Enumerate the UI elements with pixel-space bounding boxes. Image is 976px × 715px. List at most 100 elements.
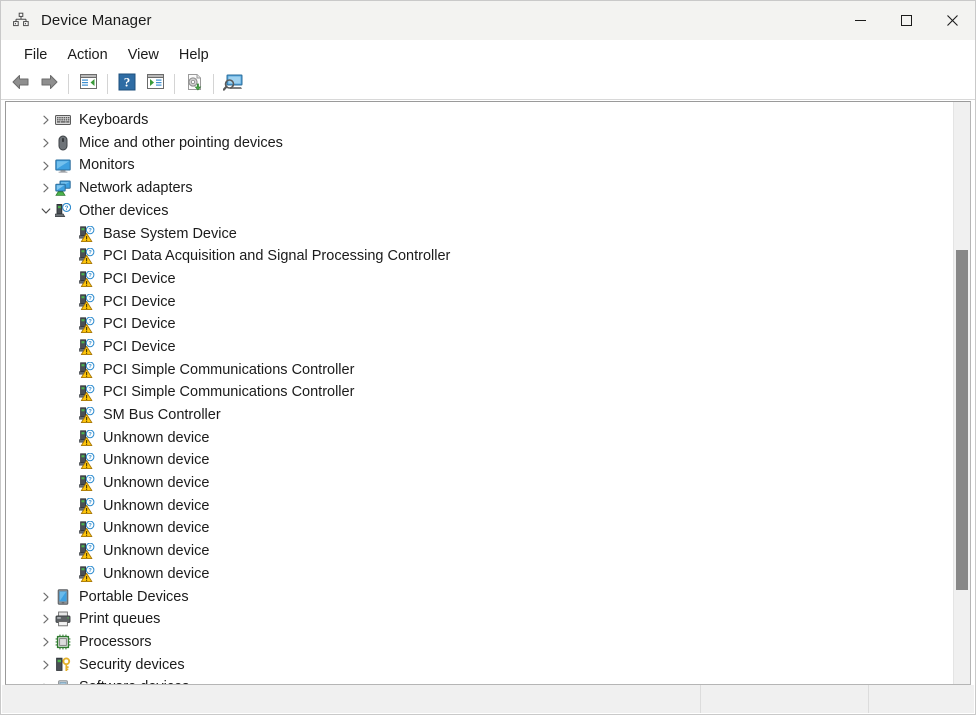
device-tree-row-label: Other devices <box>79 202 169 219</box>
menu-file[interactable]: File <box>14 44 57 66</box>
status-bar <box>2 685 974 713</box>
device-tree-row-label: Base System Device <box>103 225 237 242</box>
status-cell-3 <box>868 685 974 713</box>
device-tree-row[interactable]: ? Unknown device <box>6 495 955 518</box>
status-cell-1 <box>2 685 700 713</box>
device-tree-row[interactable]: ? PCI Simple Communications Controller <box>6 381 955 404</box>
device-tree-row[interactable]: Print queues <box>6 608 955 631</box>
chevron-right-icon[interactable] <box>37 161 55 171</box>
toolbar-separator-4 <box>213 74 214 94</box>
unknown-device-warning-icon: ? <box>77 565 95 583</box>
device-tree-row-label: PCI Device <box>103 338 176 355</box>
chevron-right-icon[interactable] <box>37 660 55 670</box>
device-tree-row-label: PCI Simple Communications Controller <box>103 384 355 401</box>
chevron-right-icon[interactable] <box>37 592 55 602</box>
back-button[interactable] <box>7 71 35 97</box>
device-tree-row[interactable]: Mice and other pointing devices <box>6 132 955 155</box>
scan-for-hardware-changes-button[interactable] <box>219 71 247 97</box>
title-bar: Device Manager <box>1 1 975 40</box>
device-tree-row[interactable]: Portable Devices <box>6 585 955 608</box>
device-tree-row[interactable]: Network adapters <box>6 177 955 200</box>
device-tree-row[interactable]: Processors <box>6 631 955 654</box>
device-manager-window: Device Manager File Action View Help ? K… <box>0 0 976 715</box>
device-tree-row[interactable]: ? Unknown device <box>6 540 955 563</box>
caption-buttons <box>837 1 975 40</box>
unknown-device-warning-icon: ? <box>77 452 95 469</box>
vertical-scrollbar[interactable] <box>953 102 970 684</box>
unknown-device-warning-icon: ? <box>77 497 95 515</box>
device-tree-row[interactable]: ? Unknown device <box>6 472 955 495</box>
svg-text:?: ? <box>88 364 92 370</box>
device-tree-row[interactable]: Software devices <box>6 676 955 684</box>
chevron-right-icon[interactable] <box>37 614 55 624</box>
device-tree-row[interactable]: ? PCI Device <box>6 336 955 359</box>
device-tree-row[interactable]: ? PCI Data Acquisition and Signal Process… <box>6 245 955 268</box>
svg-text:?: ? <box>88 273 92 279</box>
network-adapter-icon <box>55 180 71 197</box>
device-tree-row-label: Unknown device <box>103 475 210 492</box>
scan-hardware-icon <box>222 73 243 96</box>
svg-text:?: ? <box>88 546 92 552</box>
svg-text:?: ? <box>88 228 92 234</box>
device-tree-row[interactable]: ? Other devices <box>6 200 955 223</box>
update-driver-button[interactable] <box>180 71 208 97</box>
show-hide-console-tree-button[interactable] <box>74 71 102 97</box>
device-tree-row-label: Unknown device <box>103 543 210 560</box>
device-tree-row[interactable]: Monitors <box>6 154 955 177</box>
device-tree-row[interactable]: ? PCI Device <box>6 313 955 336</box>
device-tree-row-label: PCI Simple Communications Controller <box>103 361 355 378</box>
svg-text:?: ? <box>124 74 131 89</box>
properties-button[interactable] <box>141 71 169 97</box>
device-tree-row[interactable]: ? PCI Device <box>6 291 955 314</box>
close-button[interactable] <box>929 1 975 40</box>
chevron-right-icon[interactable] <box>37 138 55 148</box>
minimize-button[interactable] <box>837 1 883 40</box>
device-tree-row[interactable]: ? PCI Device <box>6 268 955 291</box>
device-tree-row-label: Processors <box>79 633 152 650</box>
device-tree-row[interactable]: ? Base System Device <box>6 222 955 245</box>
svg-text:?: ? <box>88 296 92 302</box>
device-tree-row[interactable]: ? Unknown device <box>6 427 955 450</box>
unknown-device-warning-icon: ? <box>77 406 95 424</box>
device-tree-row-label: Print queues <box>79 611 161 628</box>
unknown-device-icon: ? <box>53 202 72 219</box>
processor-icon <box>55 634 71 650</box>
device-tree-row[interactable]: ? SM Bus Controller <box>6 404 955 427</box>
help-button[interactable]: ? <box>113 71 141 97</box>
device-tree-row[interactable]: Keyboards <box>6 109 955 132</box>
device-tree-row-label: PCI Device <box>103 293 176 310</box>
unknown-device-warning-icon: ? <box>77 520 95 537</box>
unknown-device-warning-icon: ? <box>77 361 95 378</box>
chevron-right-icon[interactable] <box>37 115 55 125</box>
chevron-right-icon[interactable] <box>37 183 55 193</box>
device-tree-row[interactable]: ? Unknown device <box>6 563 955 586</box>
unknown-device-warning-icon: ? <box>77 248 95 265</box>
unknown-device-warning-icon: ? <box>77 338 95 356</box>
menu-view[interactable]: View <box>118 44 169 66</box>
portable-device-icon <box>55 589 71 605</box>
toolbar-separator-3 <box>174 74 175 94</box>
menu-action[interactable]: Action <box>57 44 117 66</box>
device-tree-row-label: PCI Device <box>103 270 176 287</box>
device-tree-row[interactable]: ? Unknown device <box>6 449 955 472</box>
monitor-icon <box>55 158 71 174</box>
device-tree-row[interactable]: ? PCI Simple Communications Controller <box>6 359 955 382</box>
maximize-button[interactable] <box>883 1 929 40</box>
device-tree-row[interactable]: ? Unknown device <box>6 517 955 540</box>
forward-button[interactable] <box>35 71 63 97</box>
svg-text:?: ? <box>88 409 92 415</box>
unknown-device-warning-icon: ? <box>77 384 95 401</box>
chevron-right-icon[interactable] <box>37 637 55 647</box>
device-tree[interactable]: Keyboards Mice and other pointing devices… <box>6 102 955 684</box>
device-manager-icon <box>12 12 30 30</box>
device-tree-row[interactable]: Security devices <box>6 654 955 677</box>
status-cell-2 <box>700 685 868 713</box>
device-tree-row-label: PCI Device <box>103 316 176 333</box>
unknown-device-warning-icon: ? <box>77 225 95 242</box>
device-tree-row-label: Unknown device <box>103 452 210 469</box>
menu-help[interactable]: Help <box>169 44 219 66</box>
chevron-right-icon[interactable] <box>37 683 55 684</box>
chevron-down-icon[interactable] <box>37 207 55 215</box>
window-title: Device Manager <box>41 12 152 29</box>
vertical-scrollbar-thumb[interactable] <box>956 250 968 590</box>
